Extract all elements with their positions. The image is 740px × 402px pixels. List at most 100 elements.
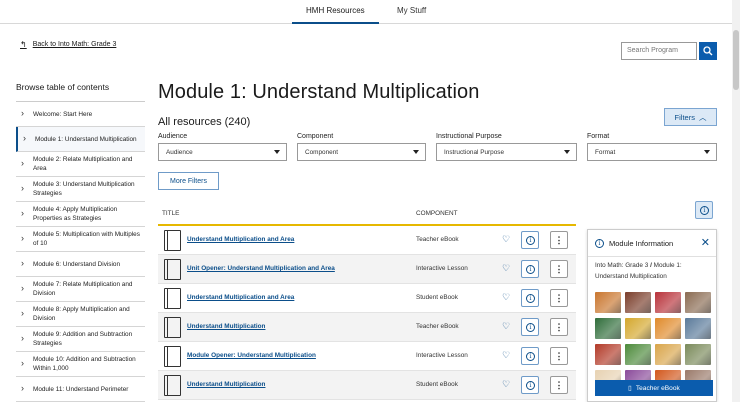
info-icon: i bbox=[526, 265, 535, 274]
close-icon[interactable]: ✕ bbox=[701, 236, 710, 249]
search-input[interactable]: Search Program bbox=[621, 42, 697, 60]
cover-thumbnail bbox=[625, 318, 651, 339]
chevron-right-icon: › bbox=[21, 108, 24, 118]
info-icon: i bbox=[526, 381, 535, 390]
search-button[interactable] bbox=[699, 42, 717, 60]
filter-select[interactable]: Format bbox=[587, 143, 717, 161]
toc-item[interactable]: › Welcome: Start Here bbox=[16, 102, 145, 127]
divider bbox=[588, 256, 716, 257]
toc-item[interactable]: › Module 4: Apply Multiplication Properti… bbox=[16, 202, 145, 227]
panel-title: Module Information bbox=[609, 239, 674, 248]
filter-select-value: Component bbox=[305, 149, 339, 156]
more-options-button[interactable]: ⋮ bbox=[550, 318, 568, 336]
resource-title-link[interactable]: Module Opener: Understand Multiplication bbox=[187, 352, 316, 359]
toc-item[interactable]: › Module 6: Understand Division bbox=[16, 252, 145, 277]
toc-title: Browse table of contents bbox=[16, 82, 110, 92]
toc-item[interactable]: › Module 1: Understand Multiplication bbox=[16, 127, 145, 152]
cover-thumbnail bbox=[685, 344, 711, 365]
resource-component: Interactive Lesson bbox=[416, 265, 468, 272]
cover-thumbnail bbox=[625, 344, 651, 365]
scrollbar[interactable] bbox=[732, 0, 740, 402]
panel-header: i Module Information bbox=[595, 239, 673, 248]
toc-item-label: Welcome: Start Here bbox=[33, 110, 93, 118]
toc-item-label: Module 7: Relate Multiplication and Divi… bbox=[33, 281, 133, 297]
info-toggle-button[interactable]: i bbox=[695, 201, 713, 219]
filter-select[interactable]: Component bbox=[297, 143, 426, 161]
info-button[interactable]: i bbox=[521, 347, 539, 365]
toc-item[interactable]: › Module 10: Addition and Subtraction Wit… bbox=[16, 352, 145, 377]
toc-item[interactable]: › Module 2: Relate Multiplication and Are… bbox=[16, 152, 145, 177]
module-info-panel: i Module Information ✕ Into Math: Grade … bbox=[587, 229, 717, 402]
cover-thumbnail bbox=[685, 292, 711, 313]
back-link[interactable]: ↰ Back to Into Math: Grade 3 bbox=[20, 40, 116, 49]
more-options-button[interactable]: ⋮ bbox=[550, 231, 568, 249]
tab-hmh-resources[interactable]: HMH Resources bbox=[292, 6, 379, 24]
dropdown-arrow-icon bbox=[274, 150, 280, 154]
more-options-button[interactable]: ⋮ bbox=[550, 260, 568, 278]
back-link-label: Back to Into Math: Grade 3 bbox=[32, 41, 117, 48]
cover-thumbnail bbox=[655, 292, 681, 313]
more-filters-button[interactable]: More Filters bbox=[158, 172, 219, 190]
resource-table: TITLE COMPONENT Understand Multiplicatio… bbox=[158, 203, 576, 400]
toc-item[interactable]: › Module 8: Apply Multiplication and Divi… bbox=[16, 302, 145, 327]
filter-select[interactable]: Audience bbox=[158, 143, 287, 161]
teacher-ebook-button[interactable]: ▯ Teacher eBook bbox=[595, 380, 713, 396]
cover-thumbnail bbox=[655, 318, 681, 339]
filters-button[interactable]: Filters ︿ bbox=[664, 108, 717, 126]
chevron-right-icon: › bbox=[21, 283, 24, 293]
page-title: Module 1: Understand Multiplication bbox=[158, 81, 480, 103]
scrollbar-thumb[interactable] bbox=[733, 30, 739, 90]
resource-title-link[interactable]: Unit Opener: Understand Multiplication a… bbox=[187, 265, 335, 272]
heart-icon[interactable]: ♡ bbox=[502, 322, 510, 331]
heart-icon[interactable]: ♡ bbox=[502, 235, 510, 244]
info-button[interactable]: i bbox=[521, 260, 539, 278]
resource-title-link[interactable]: Understand Multiplication bbox=[187, 381, 265, 388]
toc-item[interactable]: › Module 9: Addition and Subtraction Stra… bbox=[16, 327, 145, 352]
chevron-right-icon: › bbox=[21, 358, 24, 368]
more-options-button[interactable]: ⋮ bbox=[550, 347, 568, 365]
table-row: Understand Multiplication Student eBook ♡ i… bbox=[158, 371, 576, 400]
tab-my-stuff[interactable]: My Stuff bbox=[397, 6, 426, 15]
search-icon bbox=[703, 46, 713, 56]
book-icon bbox=[164, 375, 181, 396]
info-button[interactable]: i bbox=[521, 231, 539, 249]
top-navigation: HMH Resources My Stuff bbox=[0, 0, 740, 24]
info-button[interactable]: i bbox=[521, 376, 539, 394]
heart-icon[interactable]: ♡ bbox=[502, 351, 510, 360]
more-options-button[interactable]: ⋮ bbox=[550, 289, 568, 307]
toc-item[interactable]: › Module 7: Relate Multiplication and Div… bbox=[16, 277, 145, 302]
toc-item-label: Module 6: Understand Division bbox=[33, 260, 121, 268]
heart-icon[interactable]: ♡ bbox=[502, 264, 510, 273]
info-icon: i bbox=[526, 352, 535, 361]
column-header-component: COMPONENT bbox=[416, 210, 458, 217]
resource-title-link[interactable]: Understand Multiplication and Area bbox=[187, 294, 294, 301]
resource-component: Teacher eBook bbox=[416, 323, 459, 330]
info-icon: i bbox=[526, 323, 535, 332]
toc-item[interactable]: › Module 3: Understand Multiplication Str… bbox=[16, 177, 145, 202]
chevron-up-icon: ︿ bbox=[698, 112, 707, 122]
panel-breadcrumb: Into Math: Grade 3 / Module 1: Understan… bbox=[595, 260, 713, 282]
toc-item-label: Module 2: Relate Multiplication and Area bbox=[33, 156, 133, 172]
info-icon: i bbox=[700, 206, 709, 215]
resource-title-link[interactable]: Understand Multiplication bbox=[187, 323, 265, 330]
filters-button-label: Filters bbox=[674, 112, 695, 122]
info-icon: i bbox=[595, 239, 604, 248]
info-button[interactable]: i bbox=[521, 289, 539, 307]
toc-item[interactable]: › Module 5: Multiplication with Multiples… bbox=[16, 227, 145, 252]
filter-label: Audience bbox=[158, 133, 188, 140]
book-icon bbox=[164, 259, 181, 280]
table-row: Understand Multiplication Teacher eBook ♡ i… bbox=[158, 313, 576, 342]
more-options-button[interactable]: ⋮ bbox=[550, 376, 568, 394]
book-icon bbox=[164, 346, 181, 367]
toc-item[interactable]: › Module 11: Understand Perimeter bbox=[16, 377, 145, 402]
heart-icon[interactable]: ♡ bbox=[502, 380, 510, 389]
heart-icon[interactable]: ♡ bbox=[502, 293, 510, 302]
cover-thumbnail bbox=[685, 318, 711, 339]
column-header-title: TITLE bbox=[162, 210, 180, 217]
info-button[interactable]: i bbox=[521, 318, 539, 336]
resource-title-link[interactable]: Understand Multiplication and Area bbox=[187, 236, 294, 243]
resource-component: Interactive Lesson bbox=[416, 352, 468, 359]
book-icon: ▯ bbox=[628, 385, 632, 392]
filter-select[interactable]: Instructional Purpose bbox=[436, 143, 577, 161]
filter-label: Instructional Purpose bbox=[436, 133, 502, 140]
